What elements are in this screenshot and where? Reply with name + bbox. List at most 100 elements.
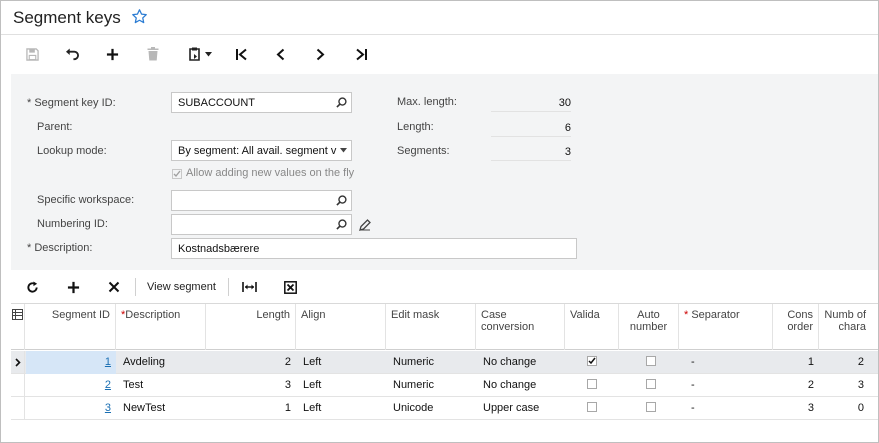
- table-row[interactable]: 3 NewTest 1 Left Unicode Upper case - 3 …: [11, 397, 878, 420]
- cell-align[interactable]: Left: [298, 397, 386, 420]
- cell-edit-mask[interactable]: Numeric: [388, 374, 476, 397]
- add-row-button[interactable]: [64, 277, 82, 297]
- grid-settings-icon: [12, 309, 23, 320]
- cell-segment-id[interactable]: 2: [26, 374, 116, 397]
- cell-description[interactable]: Avdeling: [118, 351, 206, 374]
- header-segment-id[interactable]: Segment ID: [25, 304, 116, 350]
- auto-number-checkbox[interactable]: [646, 402, 656, 412]
- search-icon[interactable]: [336, 97, 347, 108]
- plus-icon: [106, 48, 118, 60]
- save-icon: [25, 47, 39, 61]
- header-auto-number[interactable]: Auto number: [619, 304, 679, 350]
- grid-settings-cell[interactable]: [11, 304, 25, 350]
- header-description-text: Description: [125, 309, 181, 321]
- edit-pencil-icon[interactable]: [359, 219, 371, 231]
- previous-record-button[interactable]: [269, 44, 291, 64]
- cell-num-chars[interactable]: 2: [819, 351, 868, 374]
- next-record-button[interactable]: [309, 44, 331, 64]
- description-input[interactable]: Kostnadsbærere: [171, 238, 577, 259]
- numbering-id-input[interactable]: [171, 214, 352, 235]
- cell-segment-id[interactable]: 1: [26, 351, 116, 374]
- auto-number-checkbox[interactable]: [646, 356, 656, 366]
- last-icon: [355, 48, 367, 60]
- cell-align[interactable]: Left: [298, 351, 386, 374]
- cell-description[interactable]: Test: [118, 374, 206, 397]
- cell-num-chars[interactable]: 0: [819, 397, 868, 420]
- plus-icon: [67, 281, 79, 293]
- cell-edit-mask[interactable]: Unicode: [388, 397, 476, 420]
- allow-new-values-label: Allow adding new values on the fly: [186, 167, 355, 179]
- lookup-mode-select[interactable]: By segment: All avail. segment v: [171, 140, 352, 161]
- cell-segment-id[interactable]: 3: [26, 397, 116, 420]
- save-button[interactable]: [21, 44, 43, 64]
- cell-case-conversion[interactable]: No change: [478, 374, 565, 397]
- refresh-button[interactable]: [23, 277, 41, 297]
- header-edit-mask[interactable]: Edit mask: [386, 304, 476, 350]
- parent-label: Parent:: [37, 121, 73, 133]
- fit-columns-button[interactable]: [240, 277, 258, 297]
- delete-button[interactable]: [142, 44, 164, 64]
- cell-separator[interactable]: -: [686, 397, 773, 420]
- search-icon[interactable]: [336, 195, 347, 206]
- excel-icon: [283, 280, 297, 294]
- row-marker: [11, 374, 25, 397]
- title-bar: Segment keys: [1, 1, 878, 35]
- trash-icon: [147, 47, 159, 61]
- header-case-conversion[interactable]: Case conversion: [476, 304, 565, 350]
- header-validate[interactable]: Valida: [565, 304, 619, 350]
- chevron-right-icon: [316, 48, 324, 60]
- validate-checkbox[interactable]: [587, 402, 597, 412]
- validate-checkbox[interactable]: [587, 356, 597, 366]
- header-separator[interactable]: * Separator: [679, 304, 773, 350]
- segment-key-id-input[interactable]: SUBACCOUNT: [171, 92, 352, 113]
- cell-num-chars[interactable]: 3: [819, 374, 868, 397]
- table-row[interactable]: 2 Test 3 Left Numeric No change - 2 3: [11, 374, 878, 397]
- allow-new-values-checkbox[interactable]: [172, 169, 182, 179]
- cell-length[interactable]: 3: [206, 374, 296, 397]
- cell-cons-order[interactable]: 2: [773, 374, 819, 397]
- cell-description[interactable]: NewTest: [118, 397, 206, 420]
- clipboard-icon: [189, 47, 200, 61]
- cell-separator[interactable]: -: [686, 374, 773, 397]
- clipboard-menu-button[interactable]: [185, 44, 215, 64]
- validate-checkbox[interactable]: [587, 379, 597, 389]
- view-segment-button[interactable]: View segment: [147, 277, 216, 297]
- undo-button[interactable]: [61, 44, 83, 64]
- lookup-mode-label: Lookup mode:: [37, 145, 107, 157]
- first-record-button[interactable]: [230, 44, 252, 64]
- cell-case-conversion[interactable]: No change: [478, 351, 565, 374]
- table-row[interactable]: 1 Avdeling 2 Left Numeric No change - 1 …: [11, 351, 878, 374]
- row-marker: [11, 351, 25, 374]
- add-record-button[interactable]: [101, 44, 123, 64]
- toolbar-divider: [228, 278, 229, 296]
- cell-length[interactable]: 2: [206, 351, 296, 374]
- last-record-button[interactable]: [350, 44, 372, 64]
- grid-header: Segment ID *Description Length Align Edi…: [11, 304, 878, 350]
- cell-cons-order[interactable]: 1: [773, 351, 819, 374]
- header-align[interactable]: Align: [296, 304, 386, 350]
- delete-row-button[interactable]: [105, 277, 123, 297]
- header-num-chars[interactable]: Numb of chara: [819, 304, 878, 350]
- cell-cons-order[interactable]: 3: [773, 397, 819, 420]
- segment-key-id-value: SUBACCOUNT: [178, 97, 256, 109]
- header-cons-order[interactable]: Cons order: [773, 304, 819, 350]
- refresh-icon: [26, 280, 38, 293]
- chevron-left-icon: [276, 48, 284, 60]
- segment-key-id-label: * Segment key ID:: [27, 97, 116, 109]
- specific-workspace-input[interactable]: [171, 190, 352, 211]
- cell-edit-mask[interactable]: Numeric: [388, 351, 476, 374]
- export-excel-button[interactable]: [282, 277, 298, 297]
- cell-align[interactable]: Left: [298, 374, 386, 397]
- length-value: 6: [491, 122, 571, 137]
- cell-separator[interactable]: -: [686, 351, 773, 374]
- max-length-value: 30: [491, 97, 571, 112]
- row-pointer-icon: [15, 358, 21, 367]
- search-icon[interactable]: [336, 219, 347, 230]
- cell-length[interactable]: 1: [206, 397, 296, 420]
- auto-number-checkbox[interactable]: [646, 379, 656, 389]
- header-description[interactable]: *Description: [116, 304, 206, 350]
- favorite-star-icon[interactable]: [131, 8, 148, 25]
- header-length[interactable]: Length: [206, 304, 296, 350]
- cell-case-conversion[interactable]: Upper case: [478, 397, 565, 420]
- chevron-down-icon: [205, 51, 212, 56]
